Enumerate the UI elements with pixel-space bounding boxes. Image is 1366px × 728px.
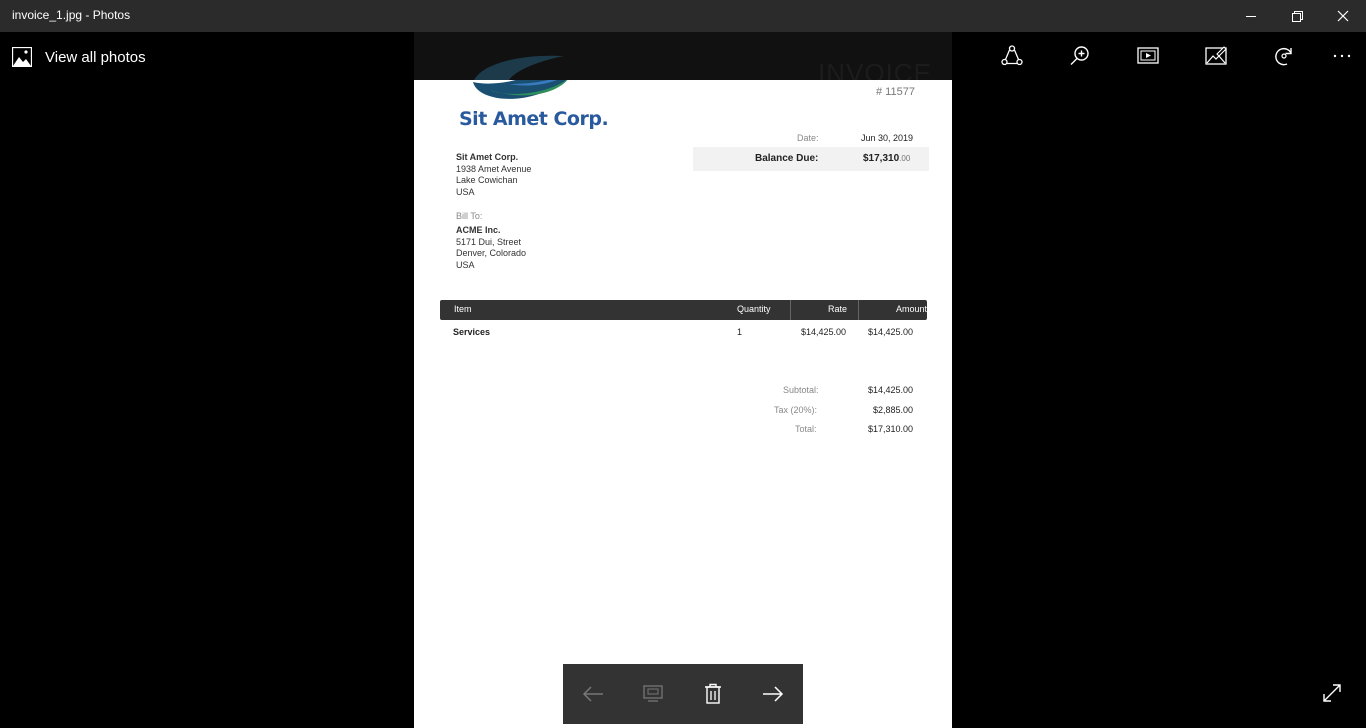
- minimize-icon: [1246, 16, 1256, 17]
- row-amount: $14,425.00: [868, 327, 914, 337]
- slideshow-button[interactable]: [1128, 40, 1168, 72]
- restore-icon: [1291, 10, 1303, 22]
- invoice-heading: INVOICE: [818, 58, 932, 80]
- table-header: Item Quantity Rate Amount: [440, 300, 927, 320]
- forward-arrow-icon: [763, 686, 784, 702]
- close-icon: [1337, 10, 1349, 22]
- minimize-button[interactable]: [1228, 0, 1274, 32]
- subtotal-value: $14,425.00: [868, 385, 914, 395]
- date-label: Date:: [797, 133, 819, 143]
- bill-to-label: Bill To:: [456, 211, 483, 221]
- from-line2: Lake Cowichan: [456, 175, 518, 185]
- delete-button[interactable]: [693, 678, 733, 710]
- photos-icon: [12, 47, 32, 67]
- to-line2: Denver, Colorado: [456, 248, 527, 258]
- present-icon: [643, 685, 663, 702]
- to-name: ACME Inc.: [456, 225, 501, 235]
- from-address: Sit Amet Corp. 1938 Amet Avenue Lake Cow…: [456, 152, 531, 198]
- rotate-button[interactable]: [1264, 40, 1304, 72]
- share-button[interactable]: [992, 40, 1032, 72]
- total-value: $17,310.00: [868, 424, 914, 434]
- balance-main: $17,310: [863, 153, 900, 164]
- edit-create-button[interactable]: [1196, 40, 1236, 72]
- expand-icon: [1323, 684, 1341, 702]
- row-quantity: 1: [737, 327, 743, 337]
- more-icon: [1333, 54, 1351, 58]
- total-label: Total:: [795, 424, 817, 434]
- share-icon: [1001, 45, 1023, 66]
- row-item: Services: [453, 327, 491, 337]
- slideshow-icon: [1137, 47, 1159, 64]
- navigation-bar: [563, 664, 803, 724]
- to-address: ACME Inc. 5171 Dui, Street Denver, Color…: [456, 225, 526, 271]
- tax-label: Tax (20%):: [774, 405, 818, 415]
- edit-create-icon: [1205, 46, 1227, 65]
- title-bar: invoice_1.jpg - Photos: [0, 0, 1366, 32]
- zoom-button[interactable]: [1060, 40, 1100, 72]
- col-amount: Amount: [896, 304, 928, 314]
- window-title: invoice_1.jpg - Photos: [12, 8, 131, 22]
- restore-button[interactable]: [1274, 0, 1320, 32]
- view-all-photos-button[interactable]: View all photos: [12, 45, 146, 69]
- col-rate: Rate: [828, 304, 848, 314]
- balance-value: $17,310.00: [863, 153, 910, 164]
- to-line3: USA: [456, 259, 475, 270]
- delete-icon: [705, 683, 721, 704]
- balance-label: Balance Due:: [755, 153, 819, 164]
- full-screen-button[interactable]: [1318, 679, 1346, 707]
- previous-button[interactable]: [573, 678, 613, 710]
- invoice-number: # 11577: [876, 86, 915, 98]
- zoom-in-icon: [1070, 46, 1089, 65]
- col-item: Item: [454, 304, 472, 314]
- from-line1: 1938 Amet Avenue: [456, 163, 532, 174]
- date-value: Jun 30, 2019: [861, 133, 914, 143]
- invoice-photo: # 11577 Sit Amet Corp. Sit Amet Corp. 19…: [414, 80, 952, 728]
- more-button[interactable]: [1322, 40, 1362, 72]
- subtotal-label: Subtotal:: [783, 385, 819, 395]
- present-button[interactable]: [633, 678, 673, 710]
- next-button[interactable]: [753, 678, 793, 710]
- from-line3: USA: [456, 186, 475, 197]
- company-logo-icon: [473, 80, 568, 99]
- row-rate: $14,425.00: [801, 327, 847, 337]
- balance-due-box: Balance Due: $17,310.00: [693, 147, 929, 171]
- close-button[interactable]: [1320, 0, 1366, 32]
- back-arrow-icon: [582, 686, 603, 702]
- col-quantity: Quantity: [737, 304, 771, 314]
- to-line1: 5171 Dui, Street: [456, 236, 522, 247]
- from-name: Sit Amet Corp.: [456, 152, 519, 162]
- rotate-icon: [1275, 47, 1292, 66]
- company-logo-text: Sit Amet Corp.: [459, 108, 609, 130]
- photo-overlay-strip: INVOICE: [414, 32, 952, 80]
- balance-cents: .00: [899, 154, 911, 163]
- view-all-photos-label: View all photos: [45, 48, 146, 66]
- tax-value: $2,885.00: [873, 405, 914, 415]
